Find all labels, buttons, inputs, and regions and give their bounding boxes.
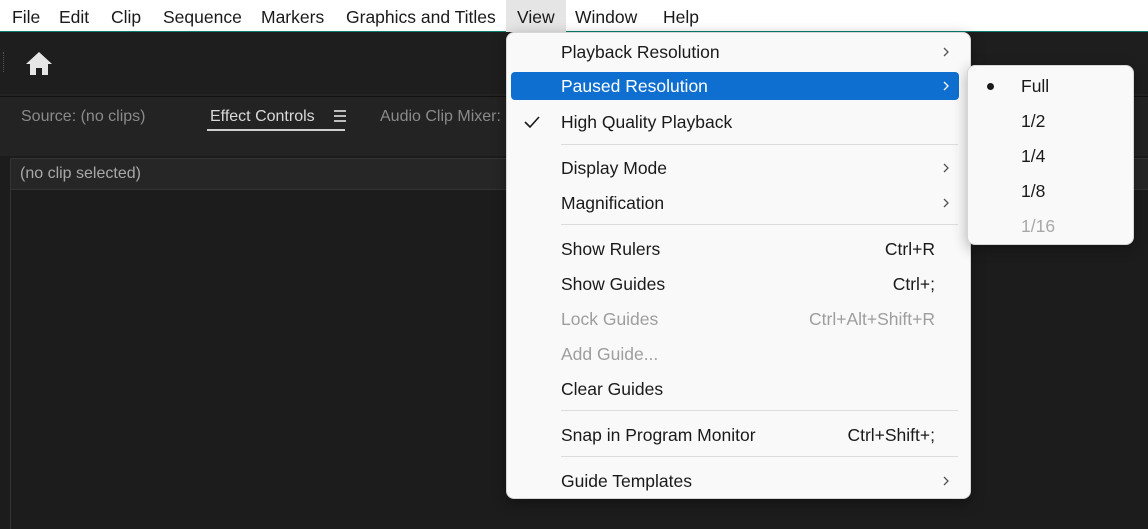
submenu-item-label: 1/8 [1021,181,1046,201]
menu-separator [561,410,958,411]
clip-status-label: (no clip selected) [20,165,141,182]
tab-audio-clip-mixer[interactable]: Audio Clip Mixer: [380,108,501,126]
panel-menu-icon[interactable] [334,110,346,122]
menu-graphics-and-titles[interactable]: Graphics and Titles [346,0,496,32]
menu-item-clear-guides[interactable]: Clear Guides [511,375,959,403]
menu-item-label: Clear Guides [561,379,664,399]
active-tab-underline [207,129,345,131]
menu-item-paused-resolution[interactable]: Paused Resolution [511,72,959,100]
chevron-right-icon [943,81,949,91]
submenu-item-sixteenth: 1/16 [971,212,1129,240]
selected-bullet-icon [987,83,994,90]
menu-clip[interactable]: Clip [111,0,141,32]
submenu-item-label: 1/4 [1021,146,1046,166]
menu-item-label: Add Guide... [561,344,659,364]
submenu-item-half[interactable]: 1/2 [971,107,1129,135]
menu-item-shortcut: Ctrl+Alt+Shift+R [809,309,935,329]
submenu-item-label: Full [1021,76,1050,96]
menu-item-label: High Quality Playback [561,112,733,132]
menu-item-add-guide: Add Guide... [511,340,959,368]
menu-bar: File Edit Clip Sequence Markers Graphics… [0,0,1148,32]
tab-effect-controls[interactable]: Effect Controls [210,108,315,126]
submenu-item-label: 1/2 [1021,111,1046,131]
menu-item-label: Magnification [561,193,665,213]
menu-separator [561,144,958,145]
toolbar-grip[interactable] [3,52,5,72]
menu-item-high-quality-playback[interactable]: High Quality Playback [511,108,959,136]
submenu-item-label: 1/16 [1021,216,1056,236]
tab-source[interactable]: Source: (no clips) [21,108,146,126]
panel-divider [10,190,11,529]
menu-item-shortcut: Ctrl+; [892,274,935,294]
menu-item-display-mode[interactable]: Display Mode [511,154,959,182]
menu-help[interactable]: Help [663,0,699,32]
home-icon[interactable] [24,50,54,78]
menu-sequence[interactable]: Sequence [163,0,242,32]
menu-item-snap-in-program-monitor[interactable]: Snap in Program Monitor Ctrl+Shift+; [511,421,959,449]
chevron-right-icon [943,198,949,208]
menu-item-playback-resolution[interactable]: Playback Resolution [511,38,959,66]
submenu-item-quarter[interactable]: 1/4 [971,142,1129,170]
menu-item-show-rulers[interactable]: Show Rulers Ctrl+R [511,235,959,263]
menu-item-label: Show Rulers [561,239,661,259]
menu-item-magnification[interactable]: Magnification [511,189,959,217]
menu-item-guide-templates[interactable]: Guide Templates [511,467,959,495]
menu-item-label: Show Guides [561,274,666,294]
checkmark-icon [524,116,540,129]
menu-item-label: Playback Resolution [561,42,720,62]
menu-edit[interactable]: Edit [59,0,89,32]
menu-item-lock-guides: Lock Guides Ctrl+Alt+Shift+R [511,305,959,333]
chevron-right-icon [943,47,949,57]
menu-separator [561,224,958,225]
chevron-right-icon [943,163,949,173]
menu-file[interactable]: File [12,0,40,32]
menu-item-shortcut: Ctrl+R [884,239,935,259]
menu-item-label: Guide Templates [561,471,693,491]
menu-item-label: Lock Guides [561,309,659,329]
menu-item-show-guides[interactable]: Show Guides Ctrl+; [511,270,959,298]
menu-item-shortcut: Ctrl+Shift+; [847,425,935,445]
menu-item-label: Display Mode [561,158,668,178]
menu-separator [561,456,958,457]
menu-window[interactable]: Window [575,0,637,32]
menu-markers[interactable]: Markers [261,0,324,32]
menu-view[interactable]: View [506,0,566,32]
menu-item-label: Snap in Program Monitor [561,425,756,445]
chevron-right-icon [943,476,949,486]
menu-item-label: Paused Resolution [561,76,708,96]
submenu-item-eighth[interactable]: 1/8 [971,177,1129,205]
submenu-item-full[interactable]: Full [971,72,1129,100]
